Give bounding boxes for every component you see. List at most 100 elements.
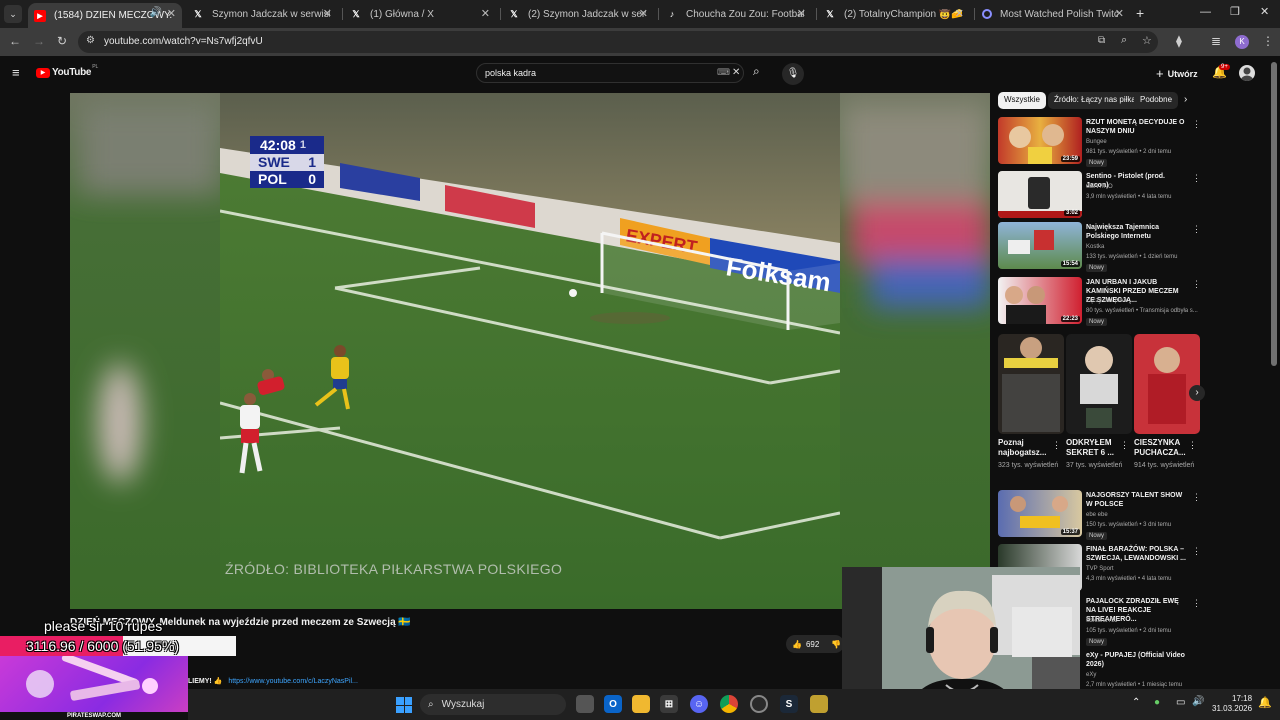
close-tab-icon[interactable]: ✕ (955, 7, 964, 20)
new-tab-button[interactable]: + (1136, 5, 1144, 21)
task-view-icon[interactable] (576, 695, 594, 713)
recommendation-item[interactable]: 22:23 JAN URBAN I JAKUB KAMIŃSKI PRZED M… (998, 277, 1208, 326)
store-icon[interactable]: ⊞ (660, 695, 678, 713)
more-options-icon[interactable]: ⋮ (1192, 173, 1201, 184)
more-options-icon[interactable]: ⋮ (1188, 440, 1197, 451)
extensions-icon[interactable]: ⧫ (1176, 34, 1182, 48)
page-scrollbar[interactable] (1271, 62, 1277, 366)
search-input[interactable]: polska kadra ⌨ ✕ (476, 63, 744, 83)
close-tab-icon[interactable]: ✕ (1115, 7, 1124, 20)
windows-start-icon[interactable] (396, 697, 412, 713)
account-avatar[interactable] (1239, 65, 1255, 81)
more-options-icon[interactable]: ⋮ (1052, 440, 1061, 451)
discord-icon[interactable]: ☺ (690, 695, 708, 713)
description-snippet: LIEMY! 👍 https://www.youtube.com/c/Laczy… (188, 678, 358, 685)
tray-app-icon[interactable]: ● (1154, 697, 1160, 708)
back-icon[interactable]: ← (9, 34, 21, 48)
more-options-icon[interactable]: ⋮ (1192, 279, 1201, 290)
youtube-logo[interactable]: ▶ YouTube PL (36, 64, 98, 78)
chip-all[interactable]: Wszystkie (998, 92, 1046, 109)
video-thumbnail[interactable]: 15:37 (998, 490, 1082, 537)
menu-kebab-icon[interactable]: ⋮ (1262, 34, 1274, 48)
close-tab-icon[interactable]: ✕ (639, 7, 648, 20)
bookmark-star-icon[interactable]: ☆ (1142, 34, 1152, 47)
microphone-icon[interactable]: 🎙 (782, 63, 804, 85)
short-thumbnail[interactable] (998, 334, 1064, 434)
shorts-next-icon[interactable]: › (1189, 385, 1205, 401)
short-thumbnail[interactable] (1134, 334, 1200, 434)
install-app-icon[interactable]: ⧉ (1098, 35, 1105, 46)
reading-list-icon[interactable]: ≣ (1211, 34, 1221, 48)
tab-x-4[interactable]: 𝕏 (2) TotalnyChampion 🤠🧀 w ✕ (820, 3, 970, 25)
short-item[interactable]: Poznaj najbogatsz... 323 tys. wyświetleń… (998, 334, 1064, 470)
hamburger-menu-icon[interactable]: ≡ (12, 65, 20, 80)
tab-youtube[interactable]: ▶ (1584) DZIEŃ MECZOWY. M 🔊 ✕ (28, 3, 182, 28)
team2-score: 0 (308, 171, 316, 187)
chip-similar[interactable]: Podobne (1134, 92, 1179, 109)
file-explorer-icon[interactable] (632, 695, 650, 713)
tray-chevron-icon[interactable]: ⌃ (1132, 697, 1140, 708)
close-tab-icon[interactable]: ✕ (323, 7, 332, 20)
description-link[interactable]: https://www.youtube.com/c/LaczyNasPil... (228, 678, 358, 685)
profile-avatar[interactable]: K (1235, 35, 1249, 49)
site-info-icon[interactable]: ⚙ (86, 35, 95, 46)
youtube-header: ≡ ▶ YouTube PL polska kadra ⌨ ✕ ⌕ 🎙 + Ut… (0, 56, 1280, 90)
chrome-icon[interactable] (720, 695, 738, 713)
more-options-icon[interactable]: ⋮ (1192, 598, 1201, 609)
tab-strip: ⌄ ▶ (1584) DZIEŃ MECZOWY. M 🔊 ✕ 𝕏 Szymon… (0, 0, 1280, 28)
chevron-right-icon[interactable]: › (1184, 94, 1187, 105)
video-thumbnail[interactable]: 23:59 (998, 117, 1082, 164)
tab-tiktok[interactable]: ♪ Choucha Zou Zou: Football & ✕ (662, 3, 812, 25)
video-player[interactable]: Folksam EXPERT 42:08 1 SWE 1 POL 0 ŹRÓDŁ… (70, 93, 990, 609)
network-icon[interactable]: ▭ (1176, 697, 1185, 708)
close-window-button[interactable]: ✕ (1260, 5, 1269, 18)
notification-center-icon[interactable]: 🔔 (1258, 696, 1272, 709)
reload-icon[interactable]: ↻ (57, 34, 67, 48)
tab-x-1[interactable]: 𝕏 Szymon Jadczak w serwisie X: ✕ (188, 3, 338, 25)
recommendation-item[interactable]: 23:59 RZUT MONETĄ DECYDUJE O NASZYM DNIU… (998, 117, 1208, 167)
like-button[interactable]: 👍 692 👎 (786, 635, 844, 653)
steam-icon[interactable]: S (780, 695, 798, 713)
more-options-icon[interactable]: ⋮ (1192, 546, 1201, 557)
recommendation-item[interactable]: 15:54 Największa Tajemnica Polskiego Int… (998, 222, 1208, 272)
recommendation-item[interactable]: 15:37 NAJGORSZY TALENT SHOW W POLSCE ebe… (998, 490, 1208, 540)
video-thumbnail[interactable]: 3:02 (998, 171, 1082, 218)
video-thumbnail[interactable]: 15:54 (998, 222, 1082, 269)
more-options-icon[interactable]: ⋮ (1192, 224, 1201, 235)
chip-source[interactable]: Źródło: Łączy nas piłka (1048, 92, 1142, 109)
forward-icon[interactable]: → (33, 34, 45, 48)
tab-twitch-stats[interactable]: Most Watched Polish Twitch St ✕ (978, 3, 1130, 25)
outlook-icon[interactable]: O (604, 695, 622, 713)
thumbs-down-icon[interactable]: 👎 (831, 640, 841, 649)
clock[interactable]: 17:18 31.03.2026 (1212, 694, 1252, 714)
app-icon[interactable] (810, 695, 828, 713)
tab-x-3[interactable]: 𝕏 (2) Szymon Jadczak w serwisie ✕ (504, 3, 654, 25)
minimize-button[interactable]: — (1200, 6, 1211, 18)
video-thumbnail[interactable]: 22:23 (998, 277, 1082, 324)
zoom-icon[interactable]: ⌕ (1121, 34, 1127, 47)
close-tab-icon[interactable]: ✕ (167, 7, 176, 20)
maximize-button[interactable]: ❐ (1230, 5, 1240, 18)
create-button[interactable]: + Utwórz (1156, 66, 1198, 81)
pirateswap-banner: PIRATESWAP.COM (0, 656, 188, 720)
chrome-profile-icon[interactable] (750, 695, 768, 713)
recommendation-item[interactable]: 3:02 Sentino - Pistolet (prod. Jacon) SE… (998, 171, 1208, 219)
speaker-icon[interactable]: 🔊 (150, 7, 162, 18)
short-thumbnail[interactable] (1066, 334, 1132, 434)
search-icon[interactable]: ⌕ (753, 64, 760, 79)
clear-search-icon[interactable]: ✕ (732, 67, 740, 78)
tab-search-button[interactable]: ⌄ (4, 5, 22, 23)
video-frame[interactable]: Folksam EXPERT 42:08 1 SWE 1 POL 0 ŹRÓDŁ… (220, 93, 840, 609)
short-item[interactable]: CIESZYNKA PUCHACZA... 914 tys. wyświetle… (1134, 334, 1200, 470)
keyboard-icon[interactable]: ⌨ (717, 67, 730, 78)
more-options-icon[interactable]: ⋮ (1192, 119, 1201, 130)
volume-icon[interactable]: 🔊 (1192, 696, 1204, 707)
tab-x-2[interactable]: 𝕏 (1) Główna / X ✕ (346, 3, 496, 25)
address-bar[interactable]: ⚙ youtube.com/watch?v=Ns7wfj2qfvU ⧉ ⌕ ☆ (78, 31, 1158, 53)
more-options-icon[interactable]: ⋮ (1192, 492, 1201, 503)
taskbar-search[interactable]: ⌕ Wyszukaj (420, 694, 566, 715)
more-options-icon[interactable]: ⋮ (1120, 440, 1129, 451)
close-tab-icon[interactable]: ✕ (797, 7, 806, 20)
short-item[interactable]: ODKRYŁEM SEKRET 6 ... 37 tys. wyświetleń… (1066, 334, 1132, 470)
close-tab-icon[interactable]: ✕ (481, 7, 490, 20)
